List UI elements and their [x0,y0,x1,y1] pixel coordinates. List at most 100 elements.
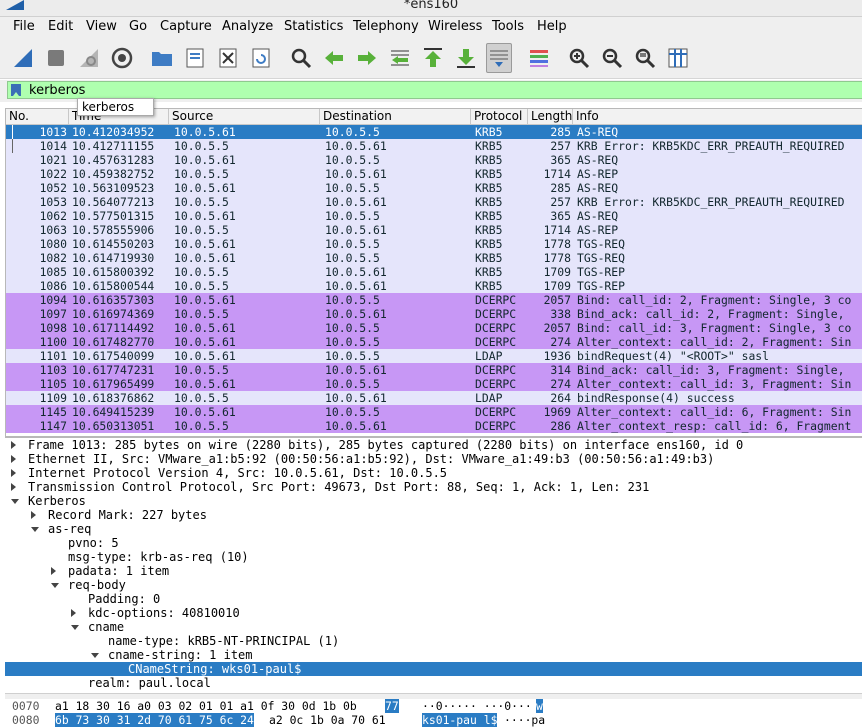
detail-tree-item[interactable]: Kerberos [5,494,862,508]
packet-row[interactable]: 1145 10.649415239 10.0.5.61 10.0.5.5 DCERPC 1… [6,405,862,419]
first-packet-button[interactable] [420,43,446,73]
packet-row[interactable]: 1080 10.614550203 10.0.5.61 10.0.5.5 KRB5 177… [6,237,862,251]
detail-tree-item[interactable]: kdc-options: 40810010 [5,606,862,620]
stop-capture-button[interactable] [43,43,69,73]
menu-wireless[interactable]: Wireless [428,19,482,34]
packet-row[interactable]: 1094 10.616357303 10.0.5.61 10.0.5.5 DCERPC 2… [6,293,862,307]
detail-tree-item[interactable]: CNameString: wks01-paul$ [5,662,862,676]
expanded-arrow-icon[interactable] [11,499,19,504]
go-to-packet-button[interactable] [387,43,413,73]
go-forward-button[interactable] [354,43,380,73]
expanded-arrow-icon[interactable] [31,527,39,532]
resize-columns-button[interactable] [665,43,691,73]
menu-statistics[interactable]: Statistics [284,19,343,34]
detail-tree-item[interactable]: realm: paul.local [5,676,862,690]
bookmark-icon[interactable] [11,84,21,96]
packet-row[interactable]: 1063 10.578555906 10.0.5.5 10.0.5.61 KRB5 171… [6,223,862,237]
packet-row[interactable]: 1086 10.615800544 10.0.5.5 10.0.5.61 KRB5 170… [6,279,862,293]
zoom-out-button[interactable] [599,43,625,73]
packet-row[interactable]: 1052 10.563109523 10.0.5.61 10.0.5.5 KRB5 285… [6,181,862,195]
packet-info: bindResponse(4) success [577,391,735,405]
menu-telephony[interactable]: Telephony [353,19,419,34]
detail-text: kdc-options: 40810010 [88,606,240,620]
menu-view[interactable]: View [86,19,117,34]
zoom-in-button[interactable] [566,43,592,73]
collapsed-arrow-icon[interactable] [11,455,16,463]
go-back-button[interactable] [321,43,347,73]
detail-tree-item[interactable]: as-req [5,522,862,536]
detail-tree-item[interactable]: Padding: 0 [5,592,862,606]
expanded-arrow-icon[interactable] [71,625,79,630]
hex-row[interactable]: 0080 6b 73 30 31 2d 70 61 75 6c 24 a2 0c … [5,713,862,727]
packet-row[interactable]: 1097 10.616974369 10.0.5.5 10.0.5.61 DCERPC 3… [6,307,862,321]
packet-row[interactable]: 1062 10.577501315 10.0.5.61 10.0.5.5 KRB5 365… [6,209,862,223]
detail-tree-item[interactable]: name-type: kRB5-NT-PRINCIPAL (1) [5,634,862,648]
detail-tree-item[interactable]: pvno: 5 [5,536,862,550]
start-capture-button[interactable] [10,43,36,73]
packet-row[interactable]: 1021 10.457631283 10.0.5.61 10.0.5.5 KRB5 365… [6,153,862,167]
packet-row[interactable]: 1053 10.564077213 10.0.5.5 10.0.5.61 KRB5 257… [6,195,862,209]
packet-no: 1080 [39,237,67,251]
hex-offset: 0070 [12,699,40,713]
detail-tree-item[interactable]: msg-type: krb-as-req (10) [5,550,862,564]
autoscroll-button[interactable] [486,43,512,73]
packet-row[interactable]: 1103 10.617747231 10.0.5.5 10.0.5.61 DCERPC 3… [6,363,862,377]
close-file-button[interactable] [215,43,241,73]
filter-autocomplete-item[interactable]: kerberos [77,98,154,116]
packet-row[interactable]: 1014 10.412711155 10.0.5.5 10.0.5.61 KRB5 257… [6,139,862,153]
collapsed-arrow-icon[interactable] [11,441,16,449]
column-header-info[interactable]: Info [573,109,862,124]
detail-tree-item[interactable]: padata: 1 item [5,564,862,578]
collapsed-arrow-icon[interactable] [11,483,16,491]
packet-row[interactable]: 1101 10.617540099 10.0.5.61 10.0.5.5 LDAP 193… [6,349,862,363]
packet-row[interactable]: 1109 10.618376862 10.0.5.5 10.0.5.61 LDAP 264… [6,391,862,405]
packet-row[interactable]: 1022 10.459382752 10.0.5.5 10.0.5.61 KRB5 171… [6,167,862,181]
normal-size-button[interactable] [632,43,658,73]
menu-analyze[interactable]: Analyze [222,19,273,34]
menu-file[interactable]: File [13,19,35,34]
column-header-protocol[interactable]: Protocol [471,109,528,124]
find-packet-button[interactable] [288,43,314,73]
menu-tools[interactable]: Tools [492,19,524,34]
packet-row[interactable]: 1082 10.614719930 10.0.5.61 10.0.5.5 KRB5 177… [6,251,862,265]
expanded-arrow-icon[interactable] [51,583,59,588]
column-header-destination[interactable]: Destination [320,109,471,124]
collapsed-arrow-icon[interactable] [51,567,56,575]
save-file-button[interactable] [182,43,208,73]
detail-tree-item[interactable]: Transmission Control Protocol, Src Port:… [5,480,862,494]
menu-edit[interactable]: Edit [48,19,73,34]
reload-button[interactable] [248,43,274,73]
packet-len: 286 [550,419,571,433]
packet-row[interactable]: 1098 10.617114492 10.0.5.61 10.0.5.5 DCERPC 2… [6,321,862,335]
packet-proto: KRB5 [475,237,503,251]
collapsed-arrow-icon[interactable] [31,511,36,519]
detail-tree-item[interactable]: Ethernet II, Src: VMware_a1:b5:92 (00:50… [5,452,862,466]
column-header-source[interactable]: Source [169,109,320,124]
detail-tree-item[interactable]: cname [5,620,862,634]
expanded-arrow-icon[interactable] [91,653,99,658]
hex-row[interactable]: 0070 a1 18 30 16 a0 03 02 01 01 a1 0f 30 … [5,699,862,713]
menu-go[interactable]: Go [129,19,147,34]
restart-capture-button[interactable] [76,43,102,73]
detail-tree-item[interactable]: cname-string: 1 item [5,648,862,662]
menu-capture[interactable]: Capture [160,19,212,34]
packet-row[interactable]: 1013 10.412034952 10.0.5.61 10.0.5.5 KRB5 285… [6,125,862,139]
packet-row[interactable]: 1105 10.617965499 10.0.5.61 10.0.5.5 DCERPC 2… [6,377,862,391]
colorize-button[interactable] [526,43,552,73]
open-file-button[interactable] [149,43,175,73]
detail-tree-item[interactable]: Frame 1013: 285 bytes on wire (2280 bits… [5,438,862,452]
packet-row[interactable]: 1100 10.617482770 10.0.5.61 10.0.5.5 DCERPC 2… [6,335,862,349]
display-filter-input[interactable] [29,82,849,98]
capture-options-button[interactable] [109,43,135,73]
detail-tree-item[interactable]: req-body [5,578,862,592]
column-header-no[interactable]: No. [6,109,69,124]
menu-help[interactable]: Help [537,19,567,34]
last-packet-button[interactable] [453,43,479,73]
detail-tree-item[interactable]: Internet Protocol Version 4, Src: 10.0.5… [5,466,862,480]
packet-row[interactable]: 1147 10.650313051 10.0.5.5 10.0.5.61 DCERPC 2… [6,419,862,433]
collapsed-arrow-icon[interactable] [11,469,16,477]
packet-row[interactable]: 1085 10.615800392 10.0.5.5 10.0.5.61 KRB5 170… [6,265,862,279]
collapsed-arrow-icon[interactable] [71,609,76,617]
column-header-length[interactable]: Length [528,109,573,124]
detail-tree-item[interactable]: Record Mark: 227 bytes [5,508,862,522]
